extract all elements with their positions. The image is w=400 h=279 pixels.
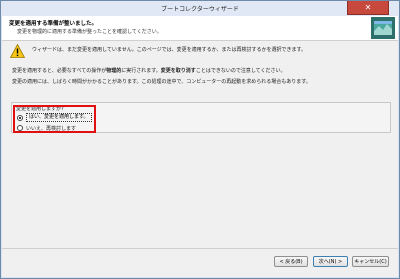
next-button[interactable]: 次へ(N) > [313, 256, 348, 267]
back-button[interactable]: < 戻る(B) [274, 256, 308, 267]
notice-bold-physical: 物理的 [106, 68, 122, 74]
title-bar: ブートコレクターウィザード ✕ [1, 1, 399, 16]
physical-apply-notice: 変更を適用すると、必要なすべての操作が物理的に実行されます。変更を取り消すことは… [12, 67, 286, 74]
notice-part-3: ことはできないので注意してください。 [195, 68, 286, 74]
footer-divider [2, 248, 398, 249]
wizard-content: 変更を適用する準備が整いました。 変更を物理的に適用する準備が整ったことを確認し… [2, 16, 398, 277]
cancel-button[interactable]: キャンセル(C) [352, 256, 389, 267]
notice-part-2: に実行されます。 [121, 68, 161, 74]
header-subtitle: 変更を物理的に適用する準備が整ったことを確認してください。 [17, 29, 162, 35]
window-title: ブートコレクターウィザード [161, 6, 239, 13]
restart-notice: 変更の適用には、しばらく時間がかかることがあります。この処理の途中で、コンピュー… [12, 79, 311, 85]
wizard-header: 変更を適用する準備が整いました。 変更を物理的に適用する準備が整ったことを確認し… [2, 16, 398, 41]
wizard-logo-icon [371, 17, 395, 39]
highlight-box [13, 105, 96, 133]
notice-part-1: 変更を適用すると、必要なすべての操作が [12, 68, 107, 74]
notice-bold-undo: 変更を取り消す [160, 68, 196, 74]
close-button[interactable]: ✕ [347, 1, 389, 15]
warning-icon [10, 44, 25, 58]
header-title: 変更を適用する準備が整いました。 [9, 21, 98, 27]
wizard-window: ブートコレクターウィザード ✕ 変更を適用する準備が整いました。 変更を物理的に… [0, 0, 400, 279]
warning-text: ウィザードは、まだ変更を適用していません。このページでは、変更を適用するか、また… [32, 47, 307, 53]
